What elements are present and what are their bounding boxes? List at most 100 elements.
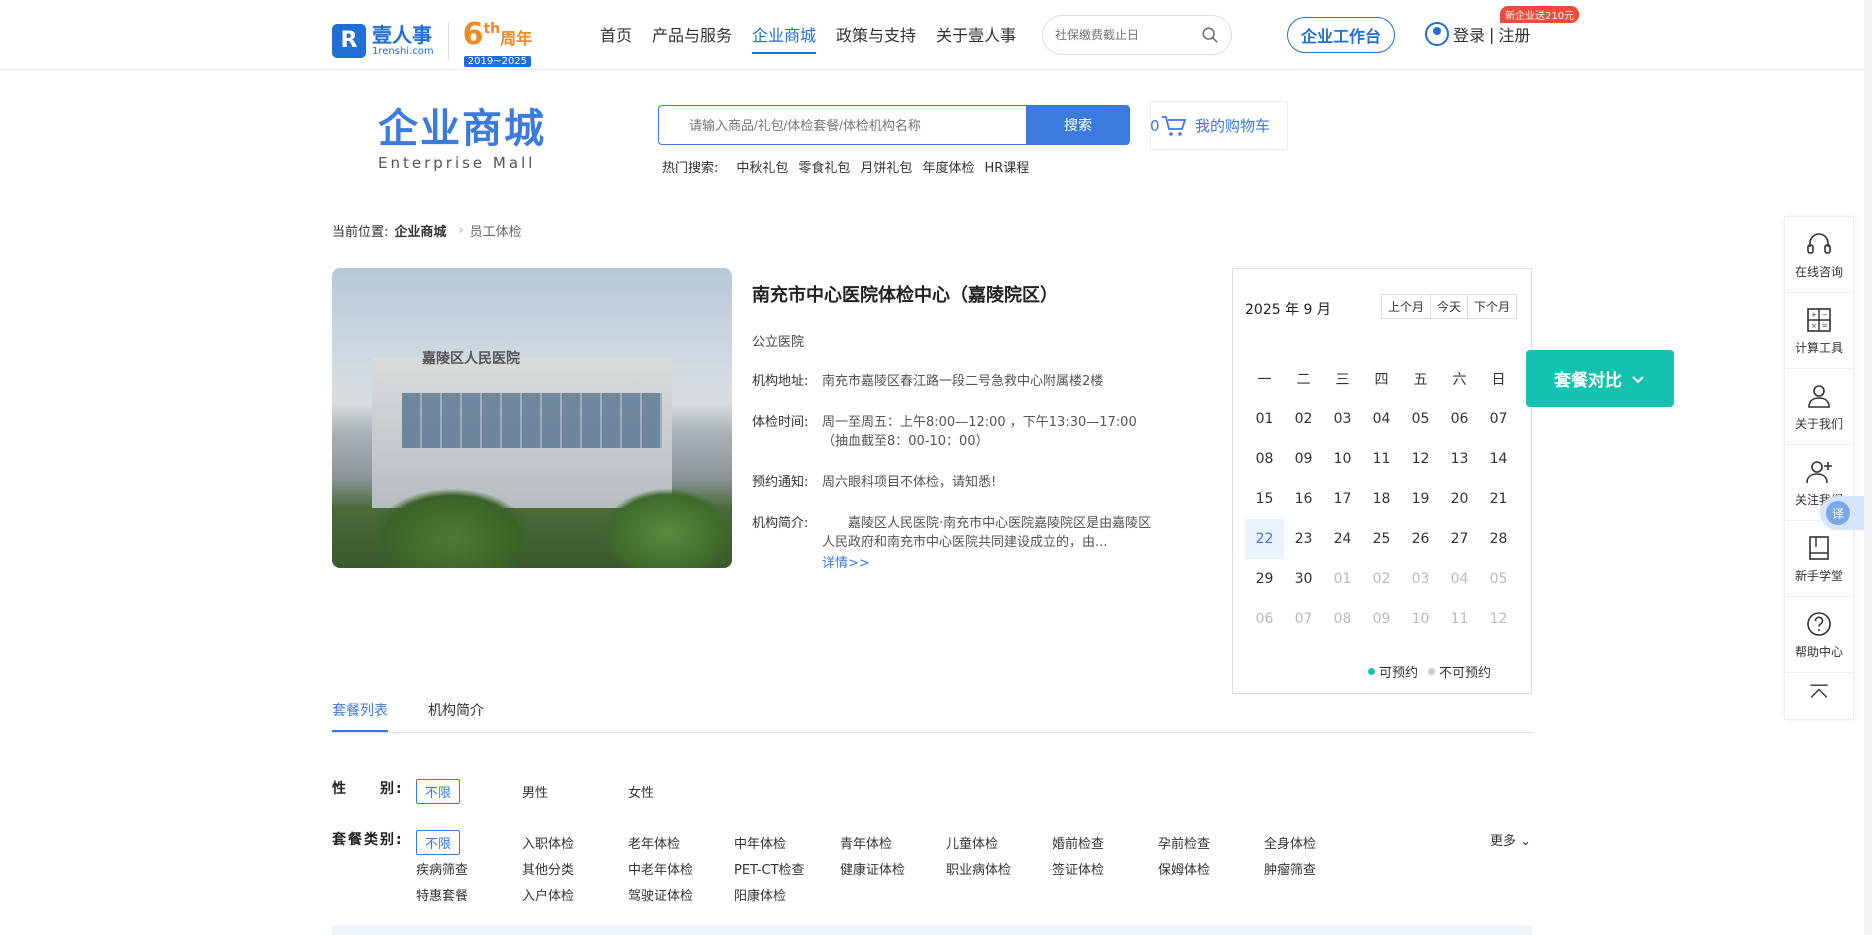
rail-calc-tools[interactable]: + − × = 计算工具 [1785, 293, 1853, 369]
back-to-top-button[interactable] [1785, 673, 1853, 713]
user-avatar-icon[interactable] [1425, 22, 1449, 46]
breadcrumb-mall[interactable]: 企业商城 [394, 221, 446, 240]
calendar-day[interactable]: 17 [1323, 479, 1362, 519]
gender-option[interactable]: 不限 [416, 778, 522, 804]
calendar-grid: 一二三四五六日 01 02 03 04 05 06 07 08 09 10 11 12 13 14 15 16 1… [1245, 359, 1518, 639]
tab-package-list[interactable]: 套餐列表 [332, 700, 388, 732]
details-link[interactable]: 详情>> [822, 552, 1162, 571]
calendar-day[interactable]: 09 [1284, 439, 1323, 479]
category-option[interactable]: 儿童体检 [946, 829, 1052, 855]
hot-search-item[interactable]: 月饼礼包 [860, 157, 912, 176]
category-option[interactable]: 入户体检 [522, 881, 628, 907]
page-scrollbar[interactable] [1864, 0, 1872, 935]
tab-institution-intro[interactable]: 机构简介 [428, 700, 484, 732]
intro-row: 机构简介: 嘉陵区人民医院·南充市中心医院嘉陵院区是由嘉陵区人民政府和南充市中心… [752, 514, 1162, 552]
package-compare-button[interactable]: 套餐对比 [1526, 350, 1674, 407]
calendar-day-other-month: 01 [1333, 571, 1352, 587]
calendar-day[interactable]: 26 [1401, 519, 1440, 559]
next-month-button[interactable]: 下个月 [1468, 295, 1516, 318]
calendar-day[interactable]: 02 [1284, 399, 1323, 439]
calendar-day[interactable]: 18 [1362, 479, 1401, 519]
category-option[interactable]: 青年体检 [840, 829, 946, 855]
register-link[interactable]: 注册 [1498, 22, 1530, 46]
calendar-day[interactable]: 19 [1401, 479, 1440, 519]
category-option[interactable]: 签证体检 [1052, 855, 1158, 881]
category-option[interactable]: PET-CT检查 [734, 855, 840, 881]
filter-more-button[interactable]: 更多 ⌄ [1490, 830, 1531, 849]
calendar-day[interactable]: 24 [1323, 519, 1362, 559]
gender-option[interactable]: 女性 [628, 778, 734, 804]
calendar-day[interactable]: 13 [1440, 439, 1479, 479]
nav-link-policy[interactable]: 政策与支持 [836, 22, 916, 54]
rail-help-center[interactable]: 帮助中心 [1785, 597, 1853, 673]
category-option[interactable]: 疾病筛查 [416, 855, 522, 881]
calendar-day[interactable]: 29 [1245, 559, 1284, 599]
calendar-day[interactable]: 15 [1245, 479, 1284, 519]
calendar-day[interactable]: 03 [1323, 399, 1362, 439]
prev-month-button[interactable]: 上个月 [1382, 295, 1431, 318]
hot-search-item[interactable]: 年度体检 [922, 157, 974, 176]
calendar-day[interactable]: 25 [1362, 519, 1401, 559]
nav-link-home[interactable]: 首页 [600, 22, 632, 54]
hours-row: 体检时间: 周一至周五：上午8:00—12:00 ，下午13:30—17:00 … [752, 415, 1137, 449]
calendar-day[interactable]: 08 [1245, 439, 1284, 479]
logo-mark-icon: R [332, 23, 366, 58]
category-option[interactable]: 特惠套餐 [416, 881, 522, 907]
calendar-day[interactable]: 22 [1245, 519, 1284, 559]
calendar-day[interactable]: 05 [1401, 399, 1440, 439]
institution-name: 南充市中心医院体检中心（嘉陵院区） [752, 285, 1058, 306]
nav-link-products[interactable]: 产品与服务 [652, 22, 732, 54]
translate-button[interactable]: 译 [1820, 496, 1864, 530]
search-icon[interactable] [1201, 26, 1219, 44]
rail-online-consult[interactable]: 在线咨询 [1785, 217, 1853, 293]
calendar-day-other-month: 11 [1450, 611, 1469, 627]
calendar-day[interactable]: 28 [1479, 519, 1518, 559]
hot-search-item[interactable]: 中秋礼包 [736, 157, 788, 176]
rail-about-us[interactable]: 关于我们 [1785, 369, 1853, 445]
hot-search-item[interactable]: 零食礼包 [798, 157, 850, 176]
category-option[interactable]: 肿瘤筛查 [1264, 855, 1370, 881]
rail-beginner-school[interactable]: 新手学堂 [1785, 521, 1853, 597]
calendar-day[interactable]: 06 [1440, 399, 1479, 439]
building-sign: 嘉陵区人民医院 [422, 350, 520, 366]
calendar-day[interactable]: 16 [1284, 479, 1323, 519]
category-option[interactable]: 驾驶证体检 [628, 881, 734, 907]
category-option[interactable]: 中老年体检 [628, 855, 734, 881]
top-search-input[interactable] [1055, 28, 1195, 42]
calendar-day[interactable]: 11 [1362, 439, 1401, 479]
workbench-button[interactable]: 企业工作台 [1287, 17, 1395, 53]
category-option[interactable]: 阳康体检 [734, 881, 840, 907]
login-link[interactable]: 登录 [1453, 22, 1485, 46]
category-option[interactable]: 健康证体检 [840, 855, 946, 881]
nav-link-about[interactable]: 关于壹人事 [936, 22, 1016, 54]
calendar-day[interactable]: 04 [1362, 399, 1401, 439]
category-option[interactable]: 老年体检 [628, 829, 734, 855]
calendar-day[interactable]: 27 [1440, 519, 1479, 559]
category-option[interactable]: 中年体检 [734, 829, 840, 855]
category-option[interactable]: 孕前检查 [1158, 829, 1264, 855]
mall-search-button[interactable]: 搜索 [1026, 105, 1130, 145]
hot-search-item[interactable]: HR课程 [984, 157, 1029, 176]
calendar-day[interactable]: 30 [1284, 559, 1323, 599]
calendar-day[interactable]: 21 [1479, 479, 1518, 519]
calendar-day[interactable]: 01 [1245, 399, 1284, 439]
category-option[interactable]: 保姆体检 [1158, 855, 1264, 881]
category-option[interactable]: 婚前检查 [1052, 829, 1158, 855]
category-option[interactable]: 入职体检 [522, 829, 628, 855]
category-option[interactable]: 全身体检 [1264, 829, 1370, 855]
calendar-day[interactable]: 12 [1401, 439, 1440, 479]
category-option[interactable]: 不限 [416, 829, 522, 855]
category-option[interactable]: 其他分类 [522, 855, 628, 881]
today-button[interactable]: 今天 [1431, 295, 1468, 318]
calendar-day[interactable]: 07 [1479, 399, 1518, 439]
site-logo[interactable]: R 壹人事 1renshi.com 6th周年 2019~2025 [332, 14, 532, 67]
calendar-day[interactable]: 20 [1440, 479, 1479, 519]
nav-link-mall[interactable]: 企业商城 [752, 22, 817, 54]
category-option[interactable]: 职业病体检 [946, 855, 1052, 881]
calendar-day[interactable]: 14 [1479, 439, 1518, 479]
calendar-day-other-month: 03 [1411, 571, 1430, 587]
calendar-day[interactable]: 23 [1284, 519, 1323, 559]
gender-option[interactable]: 男性 [522, 778, 628, 804]
mall-search-input[interactable] [658, 105, 1026, 145]
calendar-day[interactable]: 10 [1323, 439, 1362, 479]
